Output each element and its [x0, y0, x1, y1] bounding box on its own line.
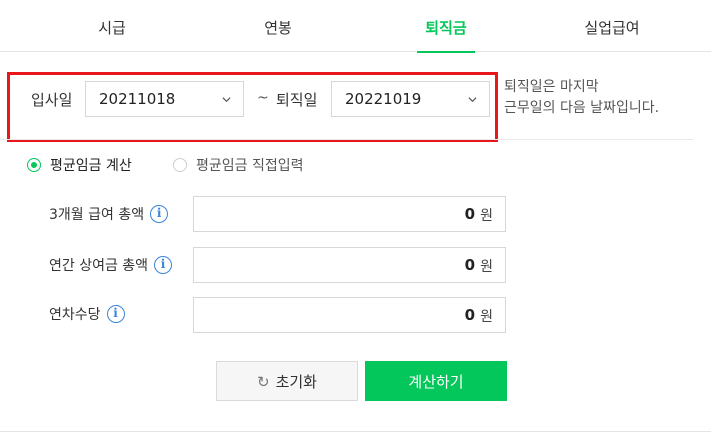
leave-date-label: 퇴직일 — [276, 91, 318, 109]
radio-label: 평균임금 직접입력 — [196, 158, 304, 174]
date-separator: ~ — [257, 90, 269, 106]
radio-unchecked-icon — [173, 158, 187, 172]
tab-unemployment-benefit[interactable]: 실업급여 — [572, 0, 652, 52]
note-line-1: 퇴직일은 마지막 — [504, 79, 599, 95]
field-label-annual-leave-pay: 연차수당 i — [49, 304, 125, 324]
info-icon[interactable]: i — [154, 256, 173, 274]
info-icon[interactable]: i — [150, 205, 169, 223]
bottom-divider — [0, 431, 711, 432]
tab-hourly-wage[interactable]: 시급 — [72, 0, 152, 52]
tab-bar: 시급 연봉 퇴직금 실업급여 — [0, 0, 711, 53]
unit-label: 원 — [480, 309, 493, 325]
leave-date-select[interactable]: 20221019 — [331, 81, 490, 117]
hire-date-select[interactable]: 20211018 — [85, 81, 244, 117]
leave-date-note: 퇴직일은 마지막 근무일의 다음 날짜입니다. — [504, 77, 659, 119]
field-label-text: 3개월 급여 총액 — [49, 207, 145, 223]
radio-checked-icon — [27, 158, 41, 172]
radio-label: 평균임금 계산 — [50, 158, 132, 174]
hire-date-value: 20211018 — [99, 90, 176, 108]
date-range-row: 입사일 20211018 ~ 퇴직일 20221019 퇴직일은 마지막 근무일… — [0, 52, 711, 142]
chevron-down-icon — [222, 97, 231, 103]
annual-bonus-input[interactable]: 0 원 — [193, 247, 506, 283]
hire-date-label: 입사일 — [31, 91, 73, 109]
tab-annual-salary[interactable]: 연봉 — [238, 0, 318, 52]
note-line-2: 근무일의 다음 날짜입니다. — [504, 100, 660, 116]
radio-average-wage-calc[interactable]: 평균임금 계산 — [27, 155, 132, 175]
leave-date-value: 20221019 — [345, 90, 422, 108]
unit-label: 원 — [480, 208, 493, 224]
field-label-annual-bonus: 연간 상여금 총액 i — [49, 255, 173, 275]
3month-pay-input[interactable]: 0 원 — [193, 196, 506, 232]
input-value: 0 — [464, 205, 475, 223]
section-divider — [0, 139, 693, 140]
unit-label: 원 — [480, 259, 493, 275]
input-value: 0 — [464, 256, 475, 274]
annual-leave-pay-input[interactable]: 0 원 — [193, 297, 506, 333]
input-value: 0 — [464, 306, 475, 324]
calculate-button-label: 계산하기 — [408, 373, 464, 391]
field-label-text: 연차수당 — [49, 307, 101, 323]
tab-severance-pay[interactable]: 퇴직금 — [417, 0, 475, 53]
field-label-3month-pay: 3개월 급여 총액 i — [49, 204, 169, 224]
reset-button-label: 초기화 — [275, 373, 317, 391]
refresh-icon: ↻ — [257, 373, 270, 391]
field-label-text: 연간 상여금 총액 — [49, 258, 149, 274]
calculate-button[interactable]: 계산하기 — [365, 361, 507, 401]
radio-average-wage-direct[interactable]: 평균임금 직접입력 — [173, 155, 304, 175]
info-icon[interactable]: i — [106, 305, 125, 323]
chevron-down-icon — [468, 97, 477, 103]
reset-button[interactable]: ↻ 초기화 — [216, 361, 358, 401]
